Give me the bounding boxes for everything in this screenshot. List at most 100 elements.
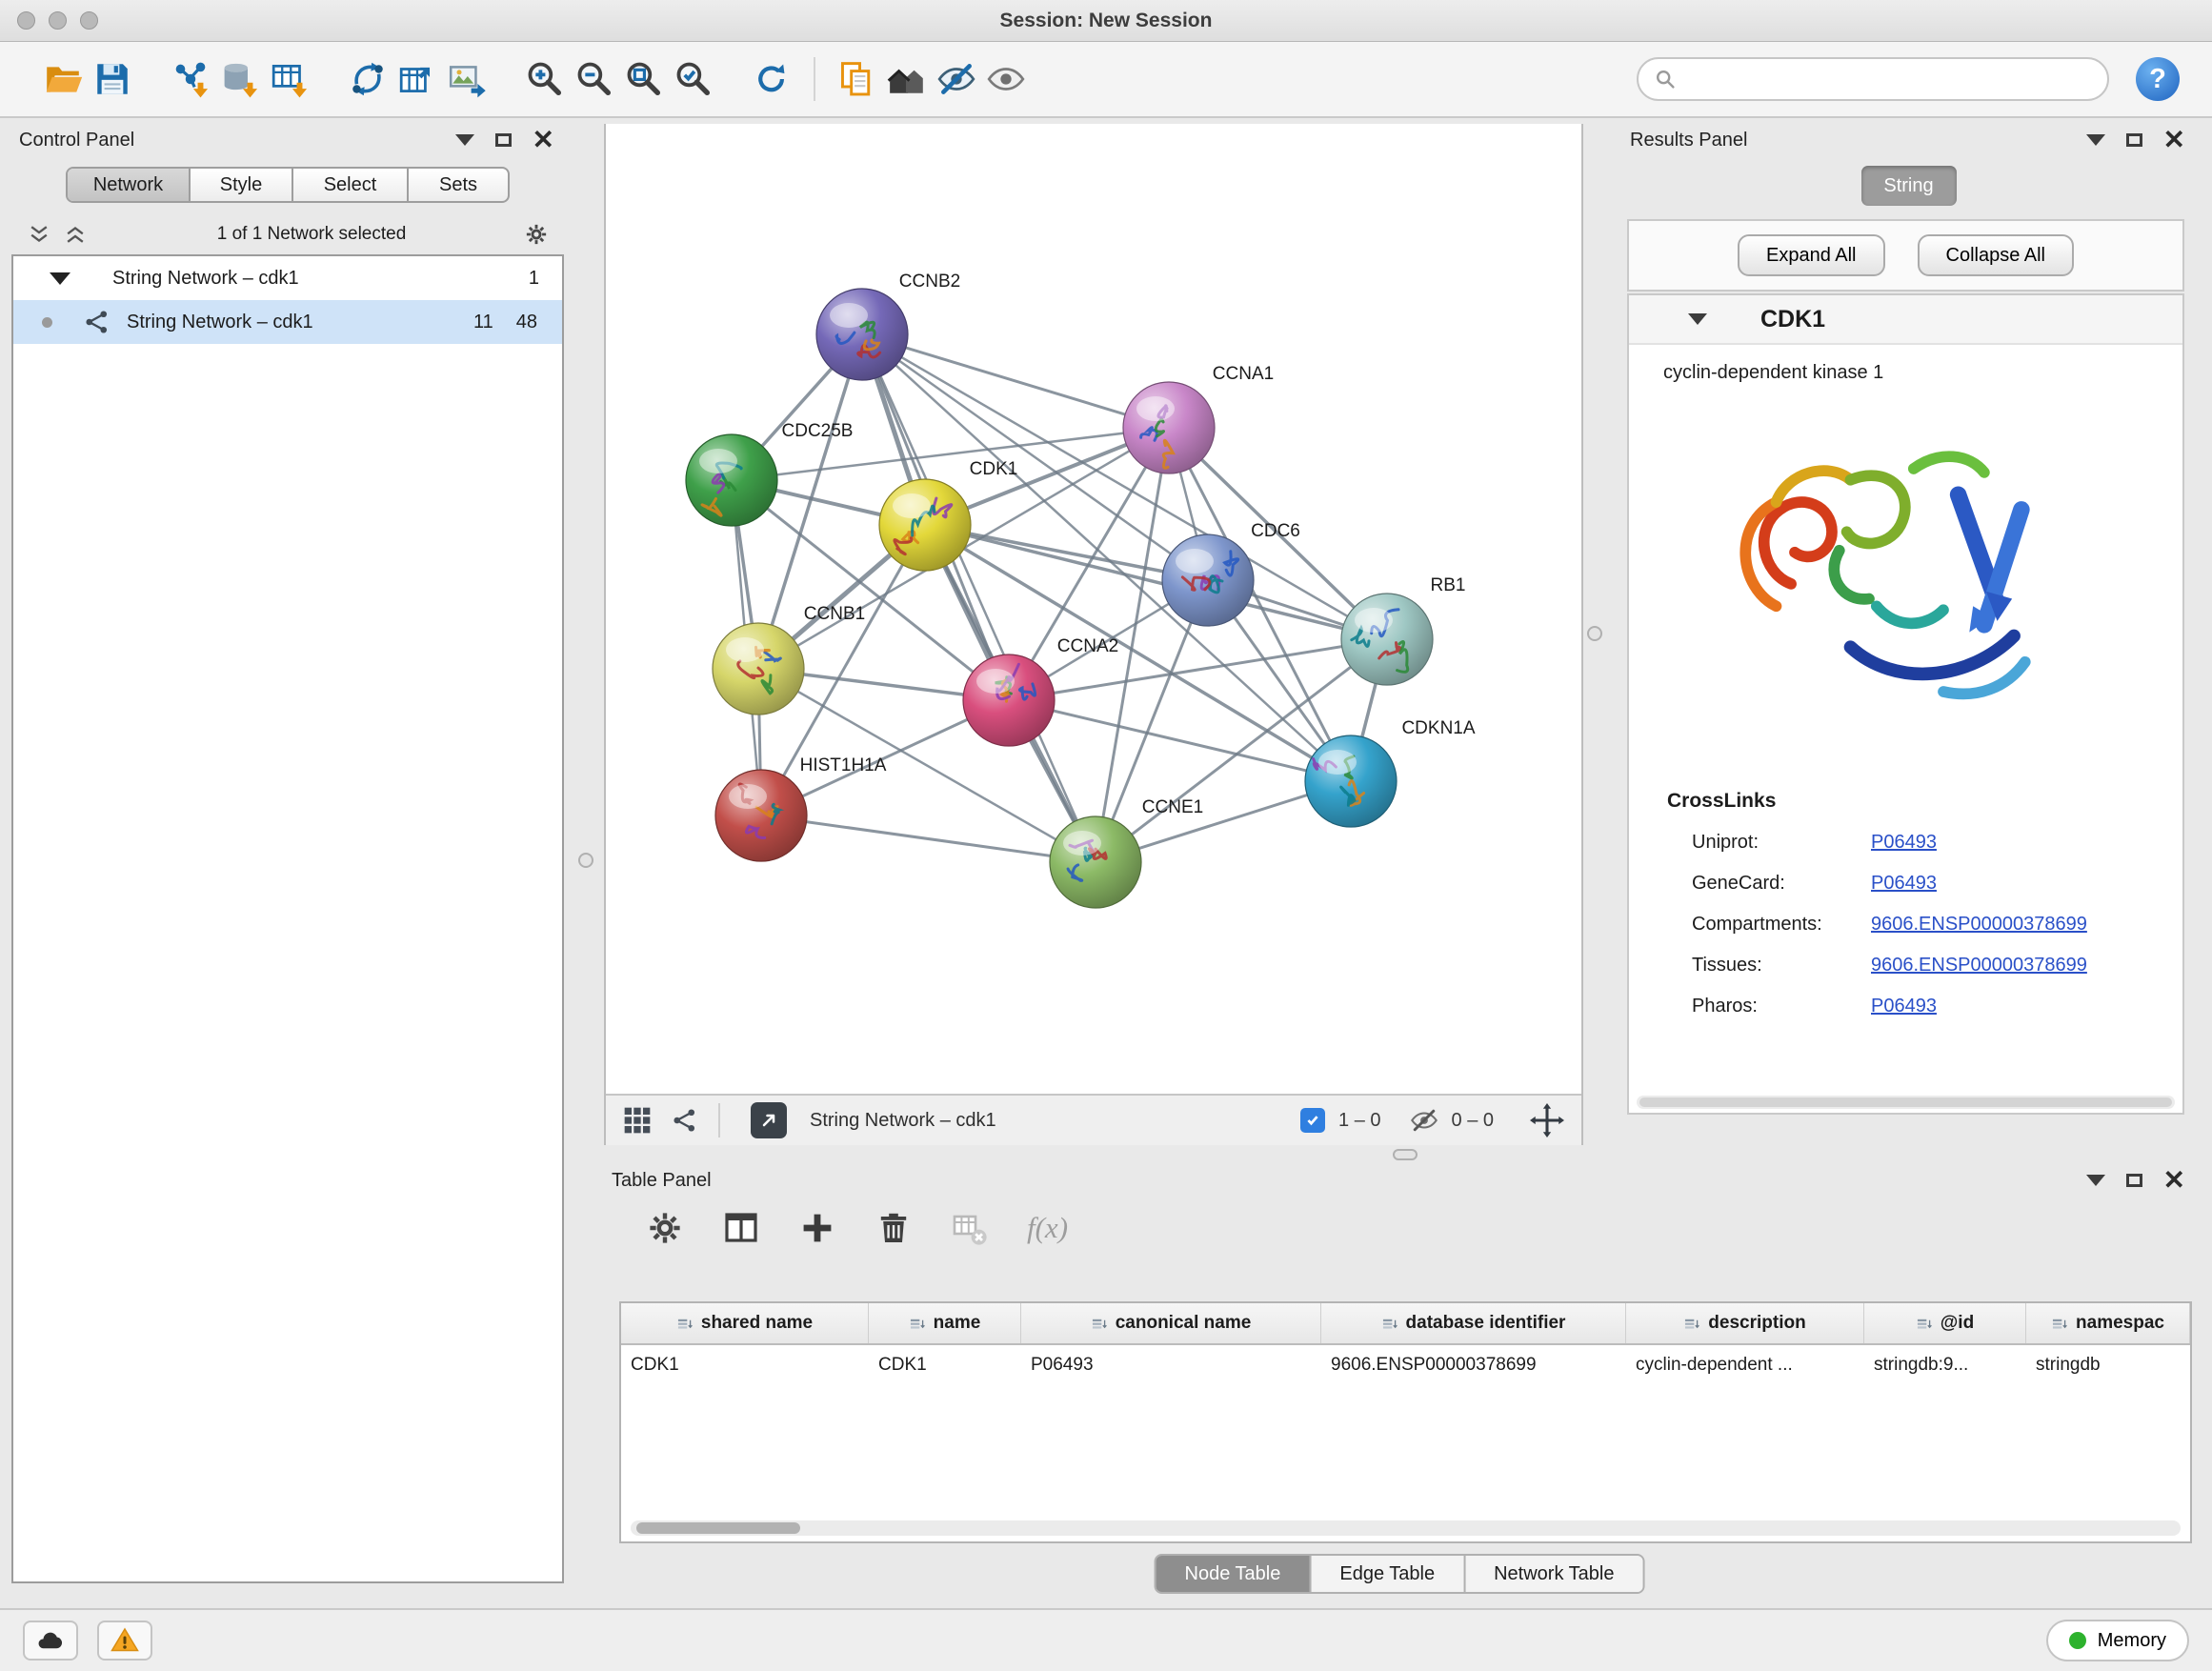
network-node-CCNB1[interactable]: CCNB1 xyxy=(713,604,865,715)
collapse-all-icon[interactable] xyxy=(27,222,51,247)
delete-column-button[interactable] xyxy=(875,1209,913,1247)
cell-shared-name[interactable]: CDK1 xyxy=(621,1345,869,1385)
scrollbar-thumb[interactable] xyxy=(636,1522,800,1534)
edge-HIST1H1A-CCNE1[interactable] xyxy=(761,815,1096,862)
tab-edge-table[interactable]: Edge Table xyxy=(1309,1556,1463,1592)
table-row[interactable]: CDK1 CDK1 P06493 9606.ENSP00000378699 cy… xyxy=(621,1345,2190,1385)
tab-network-table[interactable]: Network Table xyxy=(1463,1556,1642,1592)
column-header-shared-name[interactable]: shared name xyxy=(621,1303,869,1343)
memory-button[interactable]: Memory xyxy=(2046,1620,2189,1661)
export-table-button[interactable] xyxy=(392,51,442,107)
tree-expand-icon[interactable] xyxy=(50,272,70,285)
hidden-eye-slash-icon[interactable] xyxy=(1410,1106,1438,1135)
apply-layout-button[interactable] xyxy=(747,51,796,107)
add-column-button[interactable] xyxy=(798,1209,836,1247)
tab-sets[interactable]: Sets xyxy=(407,169,508,201)
column-header-name[interactable]: name xyxy=(869,1303,1021,1343)
grid-icon[interactable] xyxy=(623,1106,652,1135)
export-image-button[interactable] xyxy=(442,51,492,107)
column-header-description[interactable]: description xyxy=(1626,1303,1864,1343)
cell-id[interactable]: stringdb:9... xyxy=(1864,1345,2026,1385)
network-node-HIST1H1A[interactable]: HIST1H1A xyxy=(715,755,887,861)
network-canvas[interactable]: CCNB2CCNA1CDC25BCDK1CDC6RB1CCNB1CCNA2CDK… xyxy=(606,124,1581,1094)
cell-name[interactable]: CDK1 xyxy=(869,1345,1021,1385)
import-table-button[interactable] xyxy=(265,51,314,107)
network-row[interactable]: String Network – cdk1 11 48 xyxy=(13,300,562,344)
copy-document-button[interactable] xyxy=(833,51,882,107)
cell-namespace[interactable]: stringdb xyxy=(2026,1345,2190,1385)
cell-description[interactable]: cyclin-dependent ... xyxy=(1626,1345,1864,1385)
cloud-button[interactable] xyxy=(23,1621,78,1661)
import-network-file-button[interactable] xyxy=(166,51,215,107)
network-node-CDKN1A[interactable]: CDKN1A xyxy=(1305,718,1476,827)
tab-string[interactable]: String xyxy=(1861,166,1957,206)
tab-network[interactable]: Network xyxy=(68,169,189,201)
panel-close-icon[interactable]: ✕ xyxy=(2163,127,2185,153)
column-header-id[interactable]: @id xyxy=(1864,1303,2026,1343)
panel-close-icon[interactable]: ✕ xyxy=(533,127,554,153)
show-columns-button[interactable] xyxy=(722,1209,760,1247)
warnings-button[interactable] xyxy=(97,1621,152,1661)
cell-database-identifier[interactable]: 9606.ENSP00000378699 xyxy=(1321,1345,1626,1385)
panel-chevron-down-icon[interactable] xyxy=(2086,134,2105,146)
crosslink-link[interactable]: 9606.ENSP00000378699 xyxy=(1871,914,2087,936)
network-node-RB1[interactable]: RB1 xyxy=(1341,575,1465,685)
gear-icon[interactable] xyxy=(524,222,549,247)
panel-chevron-down-icon[interactable] xyxy=(455,134,474,146)
panel-float-icon[interactable] xyxy=(2126,1174,2142,1187)
zoom-in-button[interactable] xyxy=(520,51,570,107)
panel-float-icon[interactable] xyxy=(2126,133,2142,147)
show-details-button[interactable] xyxy=(981,51,1031,107)
import-network-database-button[interactable] xyxy=(215,51,265,107)
column-header-canonical-name[interactable]: canonical name xyxy=(1021,1303,1321,1343)
left-divider-handle[interactable] xyxy=(578,853,593,868)
expand-all-icon[interactable] xyxy=(63,222,88,247)
zoom-out-button[interactable] xyxy=(570,51,619,107)
tab-select[interactable]: Select xyxy=(292,169,407,201)
edge-CCNB2-CCNE1[interactable] xyxy=(862,334,1096,862)
zoom-selected-button[interactable] xyxy=(669,51,718,107)
edge-CCNA2-CDKN1A[interactable] xyxy=(1009,700,1351,781)
bottom-divider-handle[interactable] xyxy=(1393,1149,1418,1160)
selected-checkbox-icon[interactable] xyxy=(1300,1108,1325,1133)
column-header-namespace[interactable]: namespac xyxy=(2026,1303,2190,1343)
cell-canonical-name[interactable]: P06493 xyxy=(1021,1345,1321,1385)
hide-details-button[interactable] xyxy=(932,51,981,107)
network-collection-row[interactable]: String Network – cdk1 1 xyxy=(13,256,562,300)
network-node-CDC6[interactable]: CDC6 xyxy=(1162,521,1300,626)
section-chevron-down-icon[interactable] xyxy=(1688,313,1707,325)
results-horizontal-scrollbar[interactable] xyxy=(1637,1096,2175,1109)
help-button[interactable]: ? xyxy=(2136,57,2180,101)
tab-style[interactable]: Style xyxy=(189,169,292,201)
crosslink-link[interactable]: 9606.ENSP00000378699 xyxy=(1871,955,2087,976)
network-node-CDK1[interactable]: CDK1 xyxy=(879,459,1017,571)
table-horizontal-scrollbar[interactable] xyxy=(631,1520,2181,1536)
pan-crosshair-icon[interactable] xyxy=(1530,1103,1564,1137)
network-node-CCNA1[interactable]: CCNA1 xyxy=(1123,364,1274,473)
open-session-button[interactable] xyxy=(38,51,88,107)
delete-table-button[interactable] xyxy=(951,1209,989,1247)
edge-CCNB2-CCNA1[interactable] xyxy=(862,334,1169,428)
search-input[interactable] xyxy=(1686,69,2092,91)
clone-network-button[interactable] xyxy=(343,51,392,107)
zoom-fit-button[interactable] xyxy=(619,51,669,107)
column-header-database-identifier[interactable]: database identifier xyxy=(1321,1303,1626,1343)
tab-node-table[interactable]: Node Table xyxy=(1156,1556,1310,1592)
crosslink-link[interactable]: P06493 xyxy=(1871,996,1937,1017)
protein-section-header[interactable]: CDK1 xyxy=(1629,295,2182,345)
panel-close-icon[interactable]: ✕ xyxy=(2163,1167,2185,1194)
open-in-new-button[interactable] xyxy=(751,1102,787,1138)
right-divider-handle[interactable] xyxy=(1587,626,1602,641)
panel-chevron-down-icon[interactable] xyxy=(2086,1175,2105,1186)
crosslink-link[interactable]: P06493 xyxy=(1871,873,1937,895)
function-builder-button[interactable]: f(x) xyxy=(1027,1211,1068,1245)
table-settings-button[interactable] xyxy=(646,1209,684,1247)
panel-float-icon[interactable] xyxy=(495,133,512,147)
save-session-button[interactable] xyxy=(88,51,137,107)
collapse-all-button[interactable]: Collapse All xyxy=(1918,234,2075,276)
expand-all-button[interactable]: Expand All xyxy=(1738,234,1885,276)
network-overview-icon[interactable] xyxy=(671,1106,699,1135)
crosslink-link[interactable]: P06493 xyxy=(1871,832,1937,854)
network-node-CCNB2[interactable]: CCNB2 xyxy=(816,272,960,380)
show-all-panels-button[interactable] xyxy=(882,51,932,107)
